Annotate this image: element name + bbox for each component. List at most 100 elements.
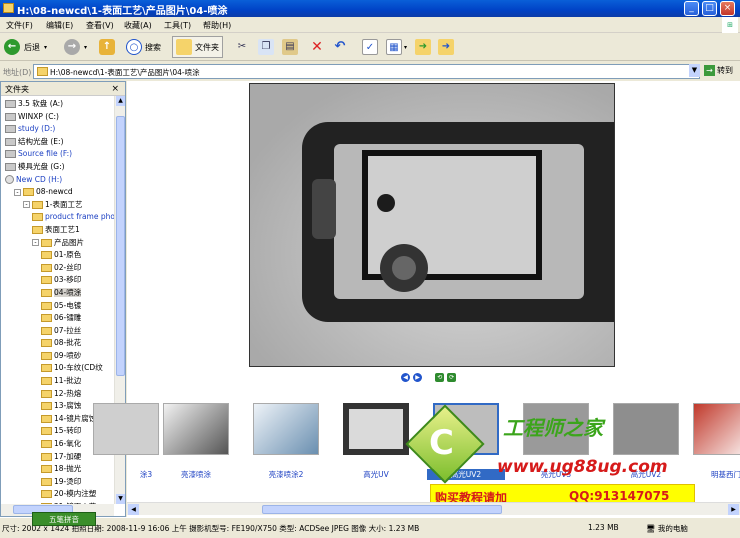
folders-label: 文件夹 — [195, 42, 219, 52]
folder-tree-item[interactable]: 表面工艺1 — [1, 224, 113, 237]
folder-tree-item[interactable]: product frame pho — [1, 211, 115, 224]
folder-tree-item[interactable]: New CD (H:) — [1, 174, 113, 187]
folder-icon — [41, 301, 52, 310]
menu-favorites[interactable]: 收藏(A) — [124, 20, 152, 31]
folder-tree-item[interactable]: 10-车纹(CD纹 — [1, 362, 113, 375]
folder-icon — [32, 213, 43, 222]
thumbnail[interactable]: 亮漆喷涂 — [157, 399, 235, 479]
folder-tree-item[interactable]: 20-模内注塑 — [1, 488, 113, 501]
scroll-up-icon[interactable]: ▲ — [116, 96, 125, 106]
cut-button[interactable]: ✂ — [234, 36, 250, 58]
thumbnail[interactable]: 高光UV — [337, 399, 415, 479]
undo-button[interactable]: ↶ — [332, 36, 348, 58]
collapse-icon[interactable]: - — [32, 239, 39, 247]
forward-button[interactable]: → ▾ — [64, 36, 87, 58]
folder-tree-item[interactable]: study (D:) — [1, 123, 113, 136]
thumbnail-scrollbar[interactable]: ◀ ▶ — [127, 502, 740, 515]
menu-edit[interactable]: 编辑(E) — [46, 20, 73, 31]
collapse-icon[interactable]: - — [14, 188, 21, 196]
folder-tree-item[interactable]: - 08-newcd — [1, 186, 113, 199]
folder-tree-item[interactable]: 09-喷砂 — [1, 350, 113, 363]
menu-file[interactable]: 文件(F) — [6, 20, 33, 31]
rotate-left-icon[interactable]: ⟲ — [435, 373, 445, 382]
views-button[interactable]: ▦ ▾ — [386, 36, 407, 58]
folder-tree-item[interactable]: 02-丝印 — [1, 262, 113, 275]
menu-tools[interactable]: 工具(T) — [164, 20, 191, 31]
folder-tree-item[interactable]: - 产品图片 — [1, 237, 113, 250]
preview-controls: ◀ ▶ ⟲ ⟳ — [401, 373, 459, 382]
scroll-down-icon[interactable]: ▼ — [116, 494, 125, 504]
folder-tree-item[interactable]: 03-移印 — [1, 274, 113, 287]
paste-button[interactable]: ▤ — [282, 36, 298, 58]
folder-tree-label: 产品图片 — [54, 237, 84, 247]
next-icon[interactable]: ▶ — [413, 373, 422, 382]
scrollbar-thumb[interactable] — [116, 116, 125, 376]
properties-button[interactable]: ✓ — [362, 36, 378, 58]
thumbnail[interactable]: 明基西门 — [687, 399, 740, 479]
back-label: 后退 — [24, 42, 40, 52]
folder-tree-label: 07-拉丝 — [54, 325, 82, 335]
go-button[interactable]: → 转到 — [704, 65, 733, 76]
folder-tree-label: WINXP (C:) — [18, 111, 59, 121]
folder-icon — [41, 490, 52, 499]
folder-tree-item[interactable]: 11-批边 — [1, 375, 113, 388]
menu-help[interactable]: 帮助(H) — [203, 20, 231, 31]
folder-tree-item[interactable]: WINXP (C:) — [1, 111, 113, 124]
folder-tree-label: Source file (F:) — [18, 149, 73, 159]
thumbnail-image — [613, 403, 679, 455]
scroll-right-icon[interactable]: ▶ — [728, 504, 739, 515]
folder-icon — [3, 3, 14, 13]
folder-tree-item[interactable]: - 1-表面工艺 — [1, 199, 113, 212]
folders-button[interactable]: 文件夹 — [172, 36, 223, 58]
address-input[interactable]: H:\08-newcd\1-表面工艺\产品图片\04-喷涂 — [33, 64, 700, 79]
preview-image[interactable] — [249, 83, 615, 367]
folder-tree-item[interactable]: 05-电镀 — [1, 300, 113, 313]
folder-tree-item[interactable]: 07-拉丝 — [1, 325, 113, 338]
folder-tree-item[interactable]: 模具光盘 (G:) — [1, 161, 113, 174]
folder-icon — [32, 200, 43, 209]
floppy-icon — [5, 100, 16, 108]
folder-icon — [41, 288, 52, 297]
folder-icon — [41, 389, 52, 398]
previous-icon[interactable]: ◀ — [401, 373, 410, 382]
up-folder-button[interactable]: ↑ — [99, 36, 115, 58]
folder-tree-item[interactable]: 01-原色 — [1, 249, 113, 262]
thumbnail[interactable]: 涂3 — [87, 399, 165, 479]
search-icon: ○ — [126, 39, 142, 55]
folder-tree-item[interactable]: 04-喷涂 — [1, 287, 113, 300]
copy-button[interactable]: ❐ — [258, 36, 274, 58]
close-button[interactable]: × — [720, 1, 735, 16]
folder-tree-item[interactable]: 结构光盘 (E:) — [1, 136, 113, 149]
copy-to-button[interactable]: ➜ — [438, 36, 454, 58]
ime-indicator[interactable]: 五笔拼音 — [32, 512, 96, 526]
folder-tree-item[interactable]: 08-批花 — [1, 337, 113, 350]
folder-tree-item[interactable]: 3.5 软盘 (A:) — [1, 98, 113, 111]
thumbnail-image — [343, 403, 409, 455]
scroll-left-icon[interactable]: ◀ — [128, 504, 139, 515]
search-button[interactable]: ○ 搜索 — [126, 36, 161, 58]
back-button[interactable]: ← 后退 ▾ — [4, 36, 47, 58]
thumbnail-caption: 亮漆喷涂2 — [268, 470, 304, 479]
drive-icon — [5, 112, 16, 121]
address-dropdown-button[interactable]: ▼ — [689, 64, 700, 77]
rotate-right-icon[interactable]: ⟳ — [447, 373, 457, 382]
paste-icon: ▤ — [282, 39, 298, 55]
menu-view[interactable]: 查看(V) — [86, 20, 114, 31]
thumbnail[interactable]: 亮漆喷涂2 — [247, 399, 325, 479]
move-to-button[interactable]: ➜ — [415, 36, 431, 58]
folder-tree-label: 15-转印 — [54, 426, 82, 436]
folder-tree-item[interactable]: 06-镭雕 — [1, 312, 113, 325]
maximize-button[interactable]: □ — [702, 1, 717, 16]
folder-icon — [41, 414, 52, 423]
collapse-icon[interactable]: - — [23, 201, 30, 209]
delete-button[interactable]: ✕ — [309, 36, 325, 58]
close-pane-button[interactable]: × — [111, 84, 119, 94]
folder-tree-item[interactable]: Source file (F:) — [1, 148, 113, 161]
scrollbar-thumb[interactable] — [262, 505, 502, 514]
up-folder-icon: ↑ — [99, 39, 115, 55]
folder-tree-item[interactable]: 19-烫印 — [1, 476, 113, 489]
minimize-button[interactable]: _ — [684, 1, 699, 16]
folder-icon — [41, 339, 52, 348]
back-arrow-icon: ← — [4, 39, 20, 55]
preview-pane: ◀ ▶ ⟲ ⟳ 涂3 亮漆喷涂 亮漆喷涂2 高光UV 高光UV2 亮光UV3 高… — [93, 81, 740, 517]
